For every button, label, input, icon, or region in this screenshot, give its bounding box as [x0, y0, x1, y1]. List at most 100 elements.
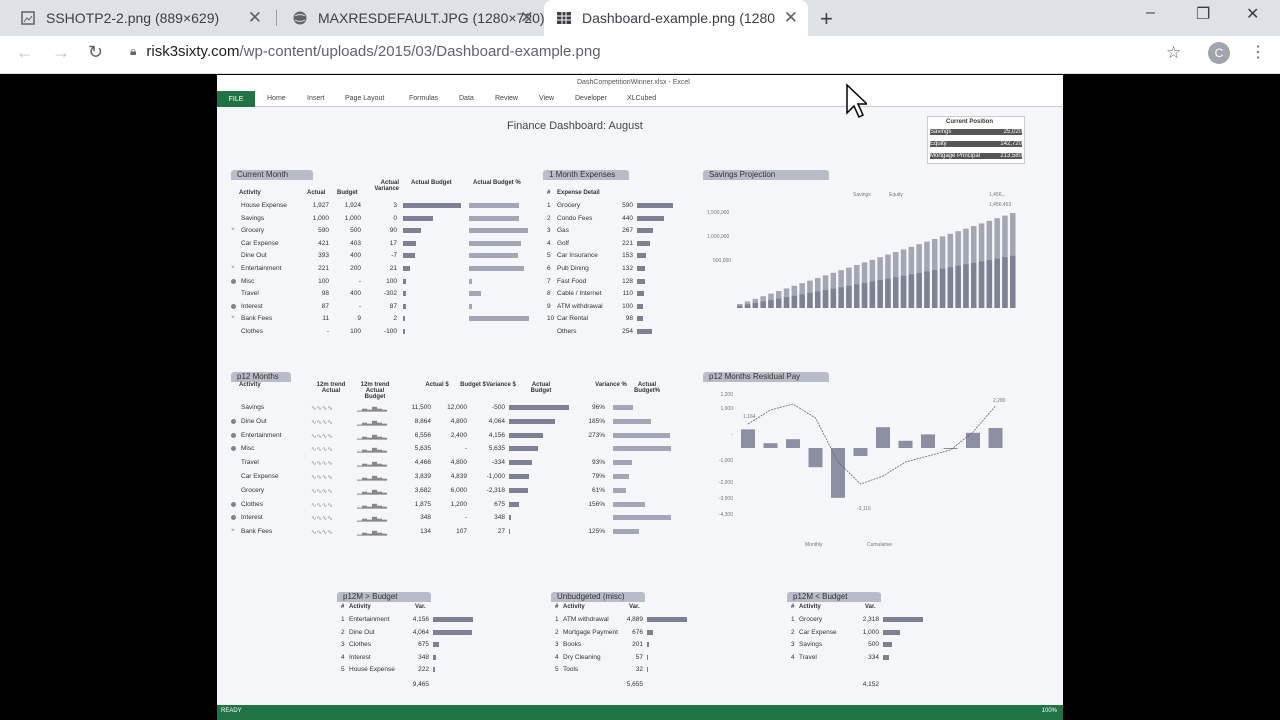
budget-value: 1,924	[344, 202, 361, 209]
savings-bar	[822, 290, 829, 308]
pct-bar	[613, 529, 639, 535]
col-header: Activity	[239, 190, 261, 196]
variance-value: 5,635	[488, 445, 505, 453]
actual-value: 100	[318, 277, 329, 285]
pct-bar	[613, 432, 670, 438]
sparkline-trend: ∿∿∿∿	[311, 487, 333, 495]
expense-name: Pub Dining	[557, 265, 589, 272]
position-row: Mortgage Principal 213,580	[930, 153, 1022, 159]
variance-value: -500	[491, 404, 505, 411]
pct-bar	[613, 418, 652, 424]
variance-value: 676	[632, 628, 643, 636]
budget-value: 107	[456, 528, 467, 536]
budget-value: 100	[350, 328, 361, 335]
savings-bar	[799, 294, 805, 308]
row-number: 2	[555, 628, 559, 636]
actual-bar	[509, 501, 519, 507]
tab-title: Dashboard-example.png (1280	[582, 10, 776, 26]
actual-bar	[403, 228, 421, 234]
menu-kebab-icon[interactable]: ⋮	[1250, 42, 1266, 62]
browser-tab-bar: SSHOTP2-2.png (889×629) ✕ MAXRESDEFAULT.…	[0, 0, 1280, 36]
actual-bar	[509, 418, 556, 424]
budget-pct-bar	[469, 303, 472, 309]
activity-name: Travel	[241, 459, 259, 467]
minimize-button[interactable]: –	[1146, 4, 1155, 22]
close-tab-icon[interactable]: ✕	[520, 8, 534, 28]
variance-bar	[433, 654, 437, 660]
excel-window-title: DashCompetitionWinner.xlsx - Excel	[577, 79, 690, 86]
expense-bar	[637, 228, 654, 234]
row-number: 8	[547, 290, 551, 298]
variance-value: 17	[389, 239, 397, 247]
sparkline-trend: ∿∿∿∿	[311, 405, 333, 412]
actual-value: -	[326, 328, 329, 335]
variance-pct: 125%	[588, 528, 605, 536]
ribbon-tab: Data	[459, 95, 474, 102]
variance-bar	[647, 629, 653, 635]
profile-avatar[interactable]: C	[1208, 42, 1230, 64]
sparkline-bars: ▁▃▂▅▃▂	[357, 474, 387, 481]
status-dot	[231, 515, 236, 521]
variance-value: 27	[497, 528, 505, 536]
ribbon-tab: XLCubed	[627, 95, 657, 102]
activity-name: Dine Out	[349, 628, 375, 636]
monthly-bar	[786, 439, 800, 448]
ribbon-tab-file: FILE	[217, 91, 255, 107]
tab-sshotp2[interactable]: SSHOTP2-2.png (889×629) ✕	[8, 0, 272, 36]
expense-name: Golf	[557, 239, 569, 247]
tab-dashboard-example[interactable]: Dashboard-example.png (1280 ✕	[544, 0, 808, 36]
actual-bar	[509, 405, 569, 410]
close-window-button[interactable]: ✕	[1246, 4, 1259, 24]
variance-value: 21	[389, 265, 397, 272]
address-bar[interactable]: 🔒︎ risk3sixty.com/wp-content/uploads/201…	[130, 43, 601, 60]
close-tab-icon[interactable]: ✕	[248, 8, 262, 28]
budget-pct-bar	[469, 278, 472, 284]
col-header: Actual Budget %	[473, 180, 521, 186]
maximize-button[interactable]: ❐	[1196, 4, 1210, 24]
variance-value: 100	[386, 277, 397, 285]
actual-bar	[509, 474, 530, 479]
reload-icon[interactable]: ↻	[88, 42, 103, 63]
variance-bar	[647, 617, 687, 622]
back-arrow-icon[interactable]: ←	[16, 42, 34, 63]
forward-arrow-icon[interactable]: →	[52, 42, 70, 63]
savings-bar	[807, 292, 813, 308]
pct-bar	[613, 515, 671, 521]
variance-pct: 61%	[591, 486, 605, 494]
expense-bar	[637, 240, 651, 246]
activity-name: Interest	[241, 302, 263, 310]
savings-bar	[760, 301, 766, 308]
col-header: 12m trend Actual	[316, 382, 346, 394]
close-tab-icon[interactable]: ✕	[784, 8, 798, 28]
savings-bar	[791, 295, 798, 308]
col-header: Activity	[799, 604, 821, 610]
variance-bar	[647, 642, 649, 648]
activity-name: Savings	[241, 404, 265, 411]
actual-bar	[509, 460, 533, 466]
savings-bar	[846, 285, 852, 308]
variance-bar	[883, 642, 892, 648]
total-value: 5,655	[626, 681, 643, 688]
activity-name: Entertainment	[241, 265, 282, 272]
budget-value: 500	[350, 227, 361, 235]
row-number: 5	[341, 666, 345, 674]
actual-value: 1,875	[414, 500, 431, 508]
budget-value: 400	[350, 290, 361, 298]
savings-bar	[815, 291, 821, 308]
savings-bar	[916, 272, 922, 308]
actual-bar	[403, 253, 415, 259]
sparkline-bars: ▁▃▂▅▃▂	[357, 487, 387, 495]
status-x-mark: ×	[231, 226, 235, 234]
row-number: 3	[547, 227, 551, 235]
bookmark-star-icon[interactable]: ☆	[1166, 43, 1181, 63]
savings-bar	[908, 274, 915, 308]
expense-name: Fast Food	[557, 277, 587, 285]
sparkline-trend: ∿∿∿∿	[311, 529, 333, 537]
legend-equity: Equity	[889, 192, 903, 198]
row-number: 5	[547, 252, 551, 260]
sparkline-trend: ∿∿∿∿	[311, 432, 333, 440]
tab-maxresdefault[interactable]: MAXRESDEFAULT.JPG (1280×720) ✕	[280, 0, 544, 36]
monthly-bar	[741, 429, 755, 448]
variance-value: 4,064	[412, 628, 429, 636]
new-tab-button[interactable]: +	[820, 6, 833, 32]
